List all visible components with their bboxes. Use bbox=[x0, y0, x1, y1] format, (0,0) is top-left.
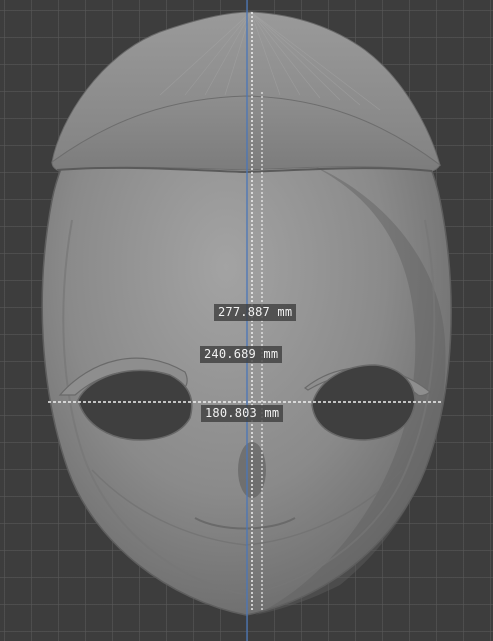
measure-label-180[interactable]: 180.803 mm bbox=[201, 405, 284, 422]
measure-label-240[interactable]: 240.689 mm bbox=[200, 346, 283, 363]
3d-viewport[interactable]: 277.887 mm 240.689 mm 180.803 mm bbox=[0, 0, 493, 641]
measure-label-277[interactable]: 277.887 mm bbox=[214, 304, 297, 321]
